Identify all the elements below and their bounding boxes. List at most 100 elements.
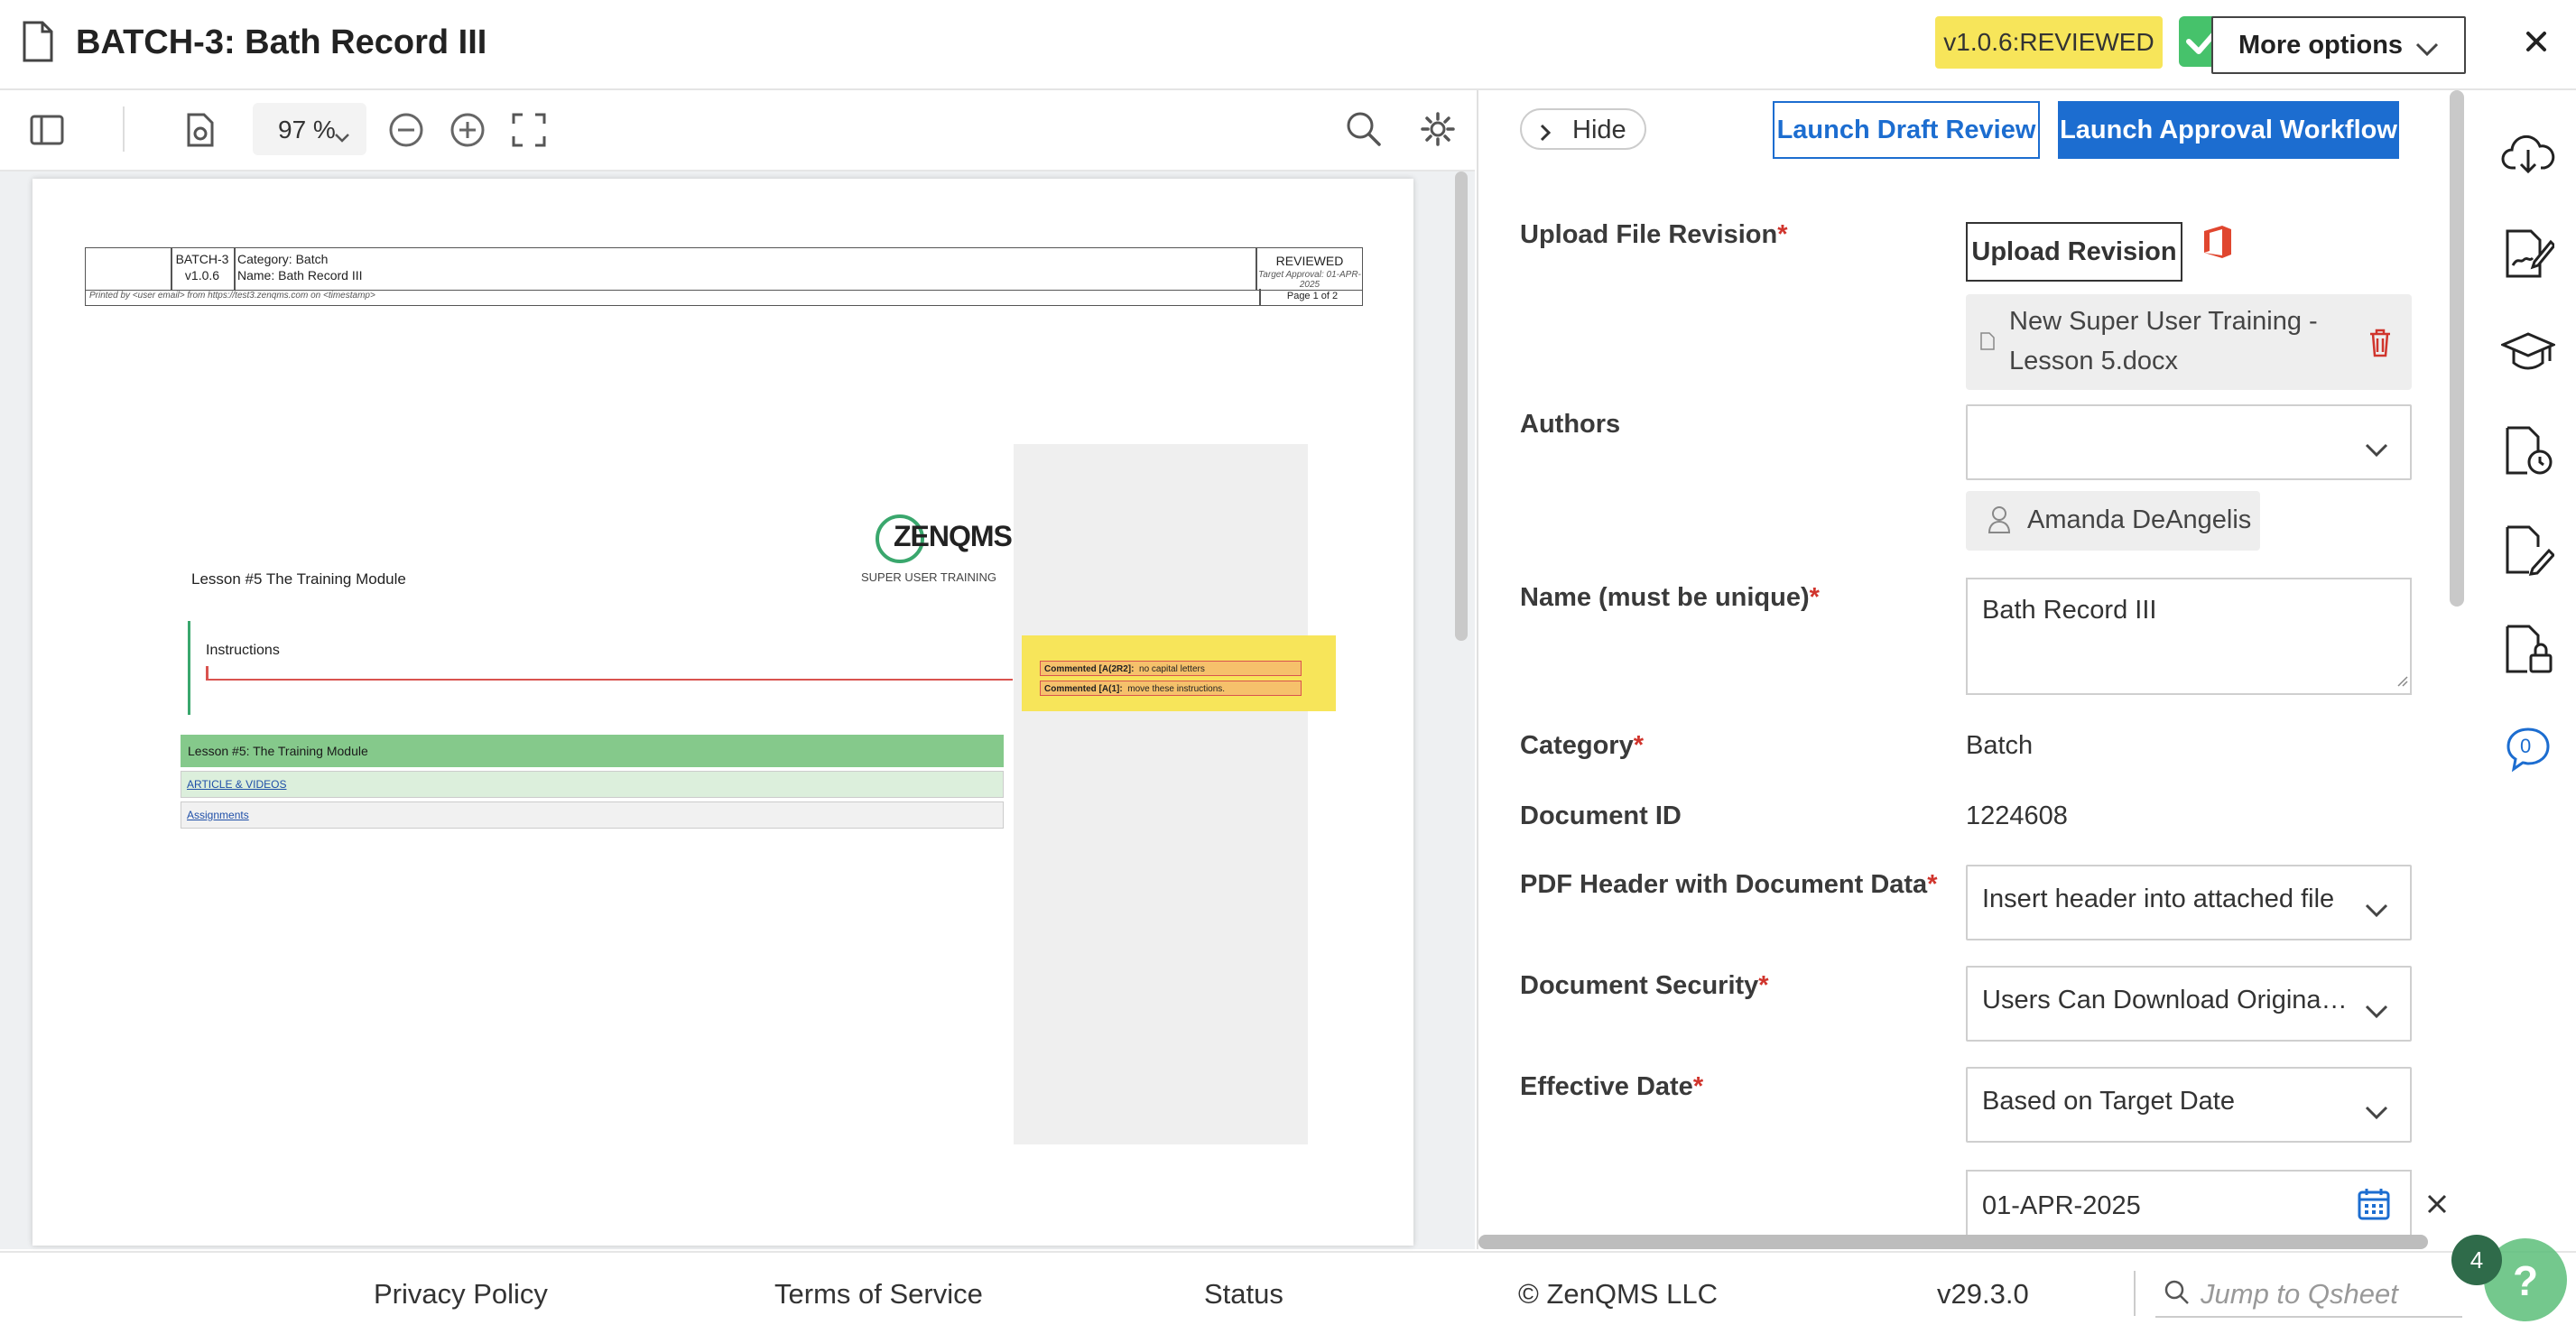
name-label: Name (must be unique)* bbox=[1520, 583, 1820, 612]
search-icon bbox=[2164, 1280, 2190, 1312]
panel-scrollbar[interactable] bbox=[2450, 90, 2464, 607]
document-lock-icon[interactable] bbox=[2500, 621, 2556, 677]
doc-header-category: Category: Batch bbox=[237, 252, 329, 266]
authors-select[interactable] bbox=[1966, 404, 2412, 480]
comments-icon[interactable]: 0 bbox=[2500, 722, 2556, 776]
launch-approval-workflow-button[interactable]: Launch Approval Workflow bbox=[2058, 101, 2399, 159]
panel-horizontal-scrollbar[interactable] bbox=[1478, 1235, 2428, 1249]
doc-header-target: Target Approval: 01-APR-2025 bbox=[1258, 270, 1361, 290]
zoom-out-icon[interactable] bbox=[386, 110, 426, 150]
document-history-icon[interactable] bbox=[2500, 422, 2556, 478]
name-value: Bath Record III bbox=[1982, 596, 2157, 625]
status-link[interactable]: Status bbox=[1204, 1278, 1283, 1311]
document-security-label: Document Security* bbox=[1520, 971, 1769, 1000]
zoom-value: 97 % bbox=[278, 116, 336, 144]
target-date-value: 01-APR-2025 bbox=[1982, 1191, 2141, 1220]
document-id-label: Document ID bbox=[1520, 801, 1682, 830]
document-edit-icon[interactable] bbox=[2500, 522, 2556, 578]
page-settings-icon[interactable] bbox=[181, 110, 220, 150]
chevron-down-icon bbox=[334, 121, 350, 150]
comment-count: 0 bbox=[2520, 735, 2532, 757]
app-version: v29.3.0 bbox=[1937, 1278, 2029, 1310]
logo-tagline: SUPER USER TRAINING bbox=[861, 570, 997, 584]
user-icon bbox=[1988, 505, 2011, 539]
chevron-down-icon bbox=[2365, 1098, 2388, 1127]
terms-of-service-link[interactable]: Terms of Service bbox=[774, 1278, 983, 1311]
page-title: BATCH-3: Bath Record III bbox=[76, 23, 487, 61]
privacy-policy-link[interactable]: Privacy Policy bbox=[374, 1278, 548, 1311]
search-icon[interactable] bbox=[1343, 108, 1385, 150]
assignments-link[interactable]: Assignments bbox=[187, 809, 249, 821]
comment-text: move these instructions. bbox=[1127, 684, 1226, 694]
training-cap-icon[interactable] bbox=[2500, 325, 2556, 377]
zoom-in-icon[interactable] bbox=[448, 110, 487, 150]
fullscreen-icon[interactable] bbox=[509, 110, 549, 150]
close-icon[interactable] bbox=[2520, 25, 2553, 58]
clear-date-icon[interactable] bbox=[2426, 1193, 2450, 1217]
signature-icon[interactable] bbox=[2500, 226, 2556, 282]
hide-label: Hide bbox=[1572, 116, 1626, 144]
gear-icon[interactable] bbox=[1417, 108, 1459, 150]
toolbar-divider bbox=[123, 107, 125, 152]
document-scrollbar[interactable] bbox=[1455, 171, 1468, 641]
viewer-toolbar bbox=[0, 90, 1475, 171]
author-chip[interactable]: Amanda DeAngelis bbox=[1966, 491, 2260, 551]
zoom-select[interactable]: 97 % bbox=[253, 103, 366, 155]
logo-text: ZENQMS bbox=[894, 520, 1013, 552]
quick-search-input[interactable]: Jump to Qsheet bbox=[2155, 1271, 2462, 1318]
footer: Privacy Policy Terms of Service Status ©… bbox=[0, 1251, 2576, 1334]
attached-file-chip: New Super User Training - Lesson 5.docx bbox=[1966, 294, 2412, 390]
pdf-header-label: PDF Header with Document Data* bbox=[1520, 870, 1938, 899]
comment-margin bbox=[1014, 444, 1308, 1144]
help-notification-badge: 4 bbox=[2451, 1235, 2502, 1285]
doc-header-name: Name: Bath Record III bbox=[237, 268, 363, 283]
comment-author: Commented [A(2R2]: bbox=[1044, 664, 1135, 674]
effective-date-select[interactable]: Based on Target Date bbox=[1966, 1067, 2412, 1143]
effective-date-value: Based on Target Date bbox=[1982, 1087, 2235, 1116]
target-date-input[interactable]: 01-APR-2025 bbox=[1966, 1170, 2412, 1237]
lesson-title: Lesson #5 The Training Module bbox=[191, 570, 406, 588]
more-options-button[interactable]: More options bbox=[2211, 16, 2466, 74]
comment-connector bbox=[206, 679, 1013, 681]
name-textarea[interactable]: Bath Record III bbox=[1966, 578, 2412, 695]
document-icon bbox=[22, 20, 54, 63]
effective-date-label: Effective Date* bbox=[1520, 1072, 1704, 1101]
trash-icon[interactable] bbox=[2368, 329, 2392, 362]
file-icon bbox=[1980, 332, 1995, 355]
lesson-table-header: Lesson #5: The Training Module bbox=[181, 735, 1004, 767]
footer-divider bbox=[2134, 1271, 2136, 1316]
document-id-value: 1224608 bbox=[1966, 801, 2068, 830]
author-name: Amanda DeAngelis bbox=[2027, 505, 2252, 534]
chevron-down-icon bbox=[2415, 34, 2439, 64]
comment-bubble[interactable]: Commented [A(1]: move these instructions… bbox=[1040, 681, 1302, 696]
lesson-table-row: ARTICLE & VIDEOS bbox=[181, 771, 1004, 798]
more-options-label: More options bbox=[2238, 31, 2404, 60]
chevron-down-icon bbox=[2365, 895, 2388, 925]
comment-anchor bbox=[206, 666, 208, 679]
calendar-icon[interactable] bbox=[2358, 1188, 2390, 1225]
doc-page-of: Page 1 of 2 bbox=[1286, 291, 1339, 301]
doc-printed-row: Printed by <user email> from https://tes… bbox=[85, 289, 1363, 306]
doc-header-id: BATCH-3 bbox=[175, 252, 229, 266]
cloud-download-icon[interactable] bbox=[2500, 128, 2556, 179]
instructions-rule bbox=[188, 621, 190, 715]
office-icon bbox=[2202, 224, 2233, 260]
category-value: Batch bbox=[1966, 731, 2034, 760]
article-videos-link[interactable]: ARTICLE & VIDEOS bbox=[187, 778, 286, 791]
document-security-value: Users Can Download Original File bbox=[1982, 986, 2352, 1014]
document-page: BATCH-3 v1.0.6 Category: Batch Name: Bat… bbox=[32, 179, 1413, 1246]
pdf-header-value: Insert header into attached file bbox=[1982, 885, 2335, 913]
sidebar-toggle-icon[interactable] bbox=[27, 110, 67, 150]
launch-draft-review-button[interactable]: Launch Draft Review bbox=[1773, 101, 2040, 159]
file-name-line2: Lesson 5.docx bbox=[2009, 347, 2179, 375]
chevron-down-icon bbox=[2365, 996, 2388, 1026]
document-security-select[interactable]: Users Can Download Original File bbox=[1966, 966, 2412, 1042]
comment-bubble[interactable]: Commented [A(2R2]: no capital letters bbox=[1040, 661, 1302, 676]
pdf-header-select[interactable]: Insert header into attached file bbox=[1966, 865, 2412, 940]
chevron-down-icon bbox=[2365, 435, 2388, 465]
upload-revision-button[interactable]: Upload Revision bbox=[1966, 222, 2182, 282]
chevron-right-icon bbox=[1540, 119, 1552, 149]
resize-handle-icon[interactable] bbox=[2395, 674, 2408, 691]
hide-panel-button[interactable]: Hide bbox=[1520, 108, 1646, 150]
lesson-table-row: Assignments bbox=[181, 801, 1004, 829]
